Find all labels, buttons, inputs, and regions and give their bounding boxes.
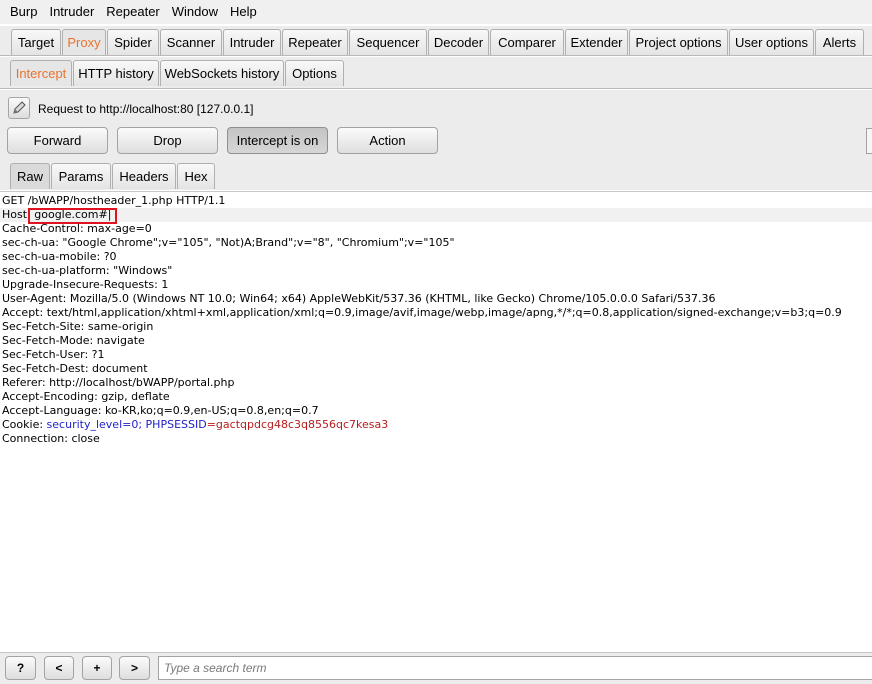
help-button[interactable]: ? bbox=[5, 656, 36, 680]
add-button[interactable]: + bbox=[82, 656, 112, 680]
host-header-line[interactable]: Host: google.com#| bbox=[0, 208, 872, 222]
next-button[interactable]: > bbox=[119, 656, 150, 680]
main-tab-bar: Target Proxy Spider Scanner Intruder Rep… bbox=[0, 26, 872, 56]
tab-repeater[interactable]: Repeater bbox=[282, 29, 348, 55]
cookie-line: Cookie: security_level=0; PHPSESSID=gact… bbox=[2, 418, 389, 431]
menu-bar: Burp Intruder Repeater Window Help bbox=[0, 0, 872, 24]
header-line: Accept: text/html,application/xhtml+xml,… bbox=[2, 306, 842, 319]
header-line: Accept-Language: ko-KR,ko;q=0.9,en-US;q=… bbox=[2, 404, 319, 417]
tab-user-options[interactable]: User options bbox=[729, 29, 814, 55]
proxy-tab-bar: Intercept HTTP history WebSockets histor… bbox=[0, 57, 872, 89]
comment-field[interactable] bbox=[866, 128, 872, 154]
header-line: Accept-Encoding: gzip, deflate bbox=[2, 390, 170, 403]
tab-intruder[interactable]: Intruder bbox=[223, 29, 281, 55]
search-input[interactable] bbox=[158, 656, 872, 680]
header-line: Sec-Fetch-Mode: navigate bbox=[2, 334, 145, 347]
tab-spider[interactable]: Spider bbox=[107, 29, 159, 55]
tab-sequencer[interactable]: Sequencer bbox=[349, 29, 427, 55]
header-line: Referer: http://localhost/bWAPP/portal.p… bbox=[2, 376, 235, 389]
menu-window[interactable]: Window bbox=[166, 0, 224, 24]
forward-button[interactable]: Forward bbox=[7, 127, 108, 154]
header-line: User-Agent: Mozilla/5.0 (Windows NT 10.0… bbox=[2, 292, 716, 305]
menu-repeater[interactable]: Repeater bbox=[100, 0, 165, 24]
tab-intercept[interactable]: Intercept bbox=[10, 60, 72, 86]
request-target-label: Request to http://localhost:80 [127.0.0.… bbox=[38, 102, 254, 116]
header-line: sec-ch-ua-mobile: ?0 bbox=[2, 250, 117, 263]
header-line: sec-ch-ua: "Google Chrome";v="105", "Not… bbox=[2, 236, 455, 249]
header-line: Sec-Fetch-Site: same-origin bbox=[2, 320, 154, 333]
menu-burp[interactable]: Burp bbox=[4, 0, 43, 24]
drop-button[interactable]: Drop bbox=[117, 127, 218, 154]
previous-button[interactable]: < bbox=[44, 656, 74, 680]
tab-decoder[interactable]: Decoder bbox=[428, 29, 489, 55]
tab-options[interactable]: Options bbox=[285, 60, 344, 86]
header-line: sec-ch-ua-platform: "Windows" bbox=[2, 264, 173, 277]
cookie-name: PHPSESSID bbox=[145, 418, 207, 431]
tab-proxy[interactable]: Proxy bbox=[62, 29, 106, 55]
action-button[interactable]: Action bbox=[337, 127, 438, 154]
tab-extender[interactable]: Extender bbox=[565, 29, 628, 55]
tab-http-history[interactable]: HTTP history bbox=[73, 60, 159, 86]
header-line: Sec-Fetch-Dest: document bbox=[2, 362, 148, 375]
request-line: GET /bWAPP/hostheader_1.php HTTP/1.1 bbox=[2, 194, 226, 207]
header-line: Connection: close bbox=[2, 432, 100, 445]
tab-hex[interactable]: Hex bbox=[177, 163, 215, 189]
header-line: Sec-Fetch-User: ?1 bbox=[2, 348, 105, 361]
header-line: Cache-Control: max-age=0 bbox=[2, 222, 152, 235]
header-line: Upgrade-Insecure-Requests: 1 bbox=[2, 278, 169, 291]
tab-params[interactable]: Params bbox=[51, 163, 111, 189]
menu-intruder[interactable]: Intruder bbox=[43, 0, 100, 24]
tab-comparer[interactable]: Comparer bbox=[490, 29, 564, 55]
tab-websockets-history[interactable]: WebSockets history bbox=[160, 60, 284, 86]
cookie-value: =gactqpdcg48c3q8556qc7kesa3 bbox=[206, 418, 389, 431]
tab-project-options[interactable]: Project options bbox=[629, 29, 728, 55]
cookie-name: security_level bbox=[46, 418, 123, 431]
pencil-icon[interactable] bbox=[8, 97, 30, 119]
tab-headers[interactable]: Headers bbox=[112, 163, 176, 189]
tab-raw[interactable]: Raw bbox=[10, 163, 50, 189]
tab-target[interactable]: Target bbox=[11, 29, 61, 55]
tab-scanner[interactable]: Scanner bbox=[160, 29, 222, 55]
intercept-toggle-button[interactable]: Intercept is on bbox=[227, 127, 328, 154]
menu-help[interactable]: Help bbox=[224, 0, 263, 24]
tab-alerts[interactable]: Alerts bbox=[815, 29, 864, 55]
highlight-annotation bbox=[28, 208, 117, 224]
